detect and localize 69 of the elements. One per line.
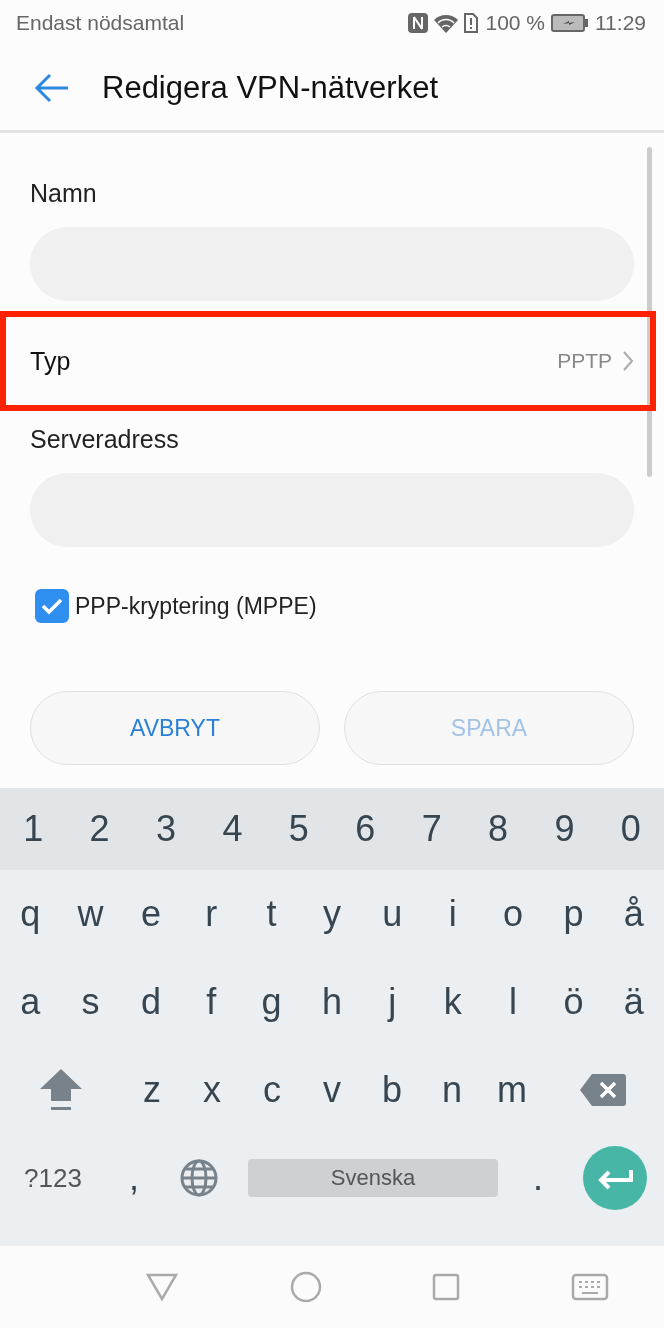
recents-nav-icon[interactable] [432,1273,461,1301]
back-nav-icon[interactable] [145,1272,180,1302]
key[interactable]: f [181,981,242,1023]
key[interactable]: . [510,1157,566,1199]
page-title: Redigera VPN-nätverket [102,70,438,106]
globe-icon[interactable] [180,1159,218,1197]
field-label: Namn [30,179,98,209]
key[interactable]: l [482,981,544,1023]
keyboard-icon[interactable] [570,1273,609,1301]
key[interactable]: 1 [0,808,67,850]
key[interactable]: 4 [199,808,266,850]
key[interactable]: 0 [597,808,664,850]
shift-icon[interactable] [38,1067,84,1113]
key[interactable]: x [182,1069,242,1111]
key[interactable]: i [422,893,483,935]
key[interactable]: m [482,1069,542,1111]
key[interactable]: b [362,1069,422,1111]
battery-icon [551,13,589,33]
key[interactable]: , [106,1157,162,1199]
carrier-text: Endast nödsamtal [16,11,185,35]
key[interactable]: s [60,981,121,1023]
type-row[interactable]: Typ PPTP [6,317,650,405]
type-label: Typ [30,346,71,376]
key[interactable]: 5 [265,808,333,850]
sim-alert-icon [463,12,480,34]
back-icon[interactable] [34,73,70,103]
key[interactable]: j [362,981,423,1023]
symbols-key[interactable]: ?123 [0,1162,106,1194]
space-key[interactable]: Svenska [248,1159,498,1197]
key[interactable]: 7 [398,808,465,850]
key[interactable]: 8 [464,808,532,850]
key[interactable]: u [362,893,423,935]
key[interactable]: z [122,1069,182,1111]
key[interactable]: ö [543,981,604,1023]
chevron-icon [622,350,634,372]
checkbox-label: PPP-kryptering (MPPE) [75,592,317,620]
key[interactable]: 2 [66,808,133,850]
key[interactable]: d [120,981,182,1023]
key[interactable]: n [422,1069,482,1111]
key[interactable]: y [301,893,363,935]
backspace-icon[interactable] [580,1074,626,1106]
field-label: Serveradress [30,425,180,455]
key[interactable]: 3 [132,808,200,850]
nfc-icon [407,12,430,34]
key[interactable]: c [242,1069,302,1111]
key[interactable]: a [0,981,61,1023]
key[interactable]: p [543,893,604,935]
key[interactable]: h [301,981,363,1023]
key[interactable]: 6 [332,808,399,850]
key[interactable]: v [302,1069,362,1111]
home-nav-icon[interactable] [289,1271,322,1303]
clock-text: 11:29 [595,11,646,35]
key[interactable]: å [603,893,664,935]
key[interactable]: g [241,981,302,1023]
key[interactable]: 9 [531,808,598,850]
checkbox[interactable] [35,589,69,623]
key[interactable]: o [482,893,544,935]
key[interactable]: k [422,981,483,1023]
key[interactable]: ä [603,981,664,1023]
action-button[interactable]: AVBRYT [30,691,320,765]
key[interactable]: r [181,893,242,935]
key[interactable]: q [0,893,61,935]
key[interactable]: t [241,893,302,935]
type-value: PPTP [557,349,612,373]
battery-percent: 100 % [485,11,545,35]
key[interactable]: w [60,893,121,935]
enter-key[interactable] [583,1146,647,1210]
key[interactable]: e [120,893,182,935]
wifi-icon [433,12,460,34]
